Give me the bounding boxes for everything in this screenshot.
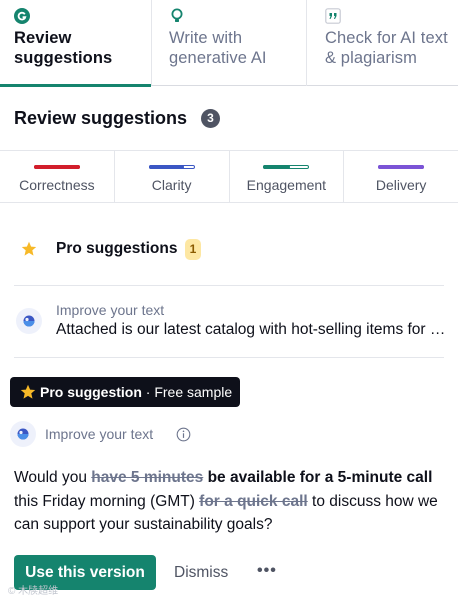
quote-icon xyxy=(325,8,341,24)
category-delivery[interactable]: Delivery xyxy=(344,151,458,202)
dismiss-button[interactable]: Dismiss xyxy=(174,564,228,582)
category-label: Delivery xyxy=(375,177,427,193)
free-sample-label: · Free sample xyxy=(141,384,233,400)
star-icon xyxy=(21,241,37,256)
category-correctness[interactable]: Correctness xyxy=(0,151,115,202)
pro-suggestion-badge: Pro suggestion · Free sample xyxy=(10,377,240,407)
category-bar xyxy=(378,165,425,169)
category-clarity[interactable]: Clarity xyxy=(115,151,230,202)
ai-suggestion-icon xyxy=(10,421,36,447)
category-bar xyxy=(263,165,310,169)
divider xyxy=(14,285,444,286)
pro-suggestion-label: Pro suggestion xyxy=(40,384,142,400)
top-tabs: Review suggestions Write with generative… xyxy=(0,0,458,87)
tab-review-suggestions[interactable]: Review suggestions xyxy=(0,0,152,87)
card-improve-label: Improve your text xyxy=(45,426,154,442)
lightbulb-icon xyxy=(171,8,183,22)
info-icon[interactable] xyxy=(176,427,191,442)
active-tab-indicator xyxy=(0,84,151,87)
tab-label: Write with generative AI xyxy=(169,29,267,67)
category-label: Clarity xyxy=(151,177,192,193)
category-bar xyxy=(33,165,80,169)
deleted-text: have 5 minutes xyxy=(91,469,204,486)
text-segment: this Friday morning (GMT) xyxy=(14,492,200,510)
improve-item-label: Improve your text xyxy=(56,302,165,318)
pro-suggestions-count: 1 xyxy=(185,239,201,260)
pro-suggestions-title[interactable]: Pro suggestions xyxy=(56,240,177,258)
tab-label: Review suggestions xyxy=(14,29,113,67)
category-bar xyxy=(148,165,195,169)
more-options-button[interactable]: ••• xyxy=(257,562,277,580)
text-segment: Would you xyxy=(14,469,92,486)
grammarly-logo-icon xyxy=(14,8,30,24)
suggestion-text: Would you have 5 minutes be available fo… xyxy=(14,466,444,537)
deleted-text: for a quick call xyxy=(199,492,308,510)
suggestion-count-badge: 3 xyxy=(201,109,220,128)
ai-suggestion-icon xyxy=(16,308,42,334)
tab-generative-ai[interactable]: Write with generative AI xyxy=(152,0,307,86)
divider xyxy=(14,357,444,358)
category-engagement[interactable]: Engagement xyxy=(230,151,345,202)
category-filter-bar: Correctness Clarity Engagement Delivery xyxy=(0,150,458,203)
tab-ai-plagiarism[interactable]: Check for AI text & plagiarism xyxy=(307,0,458,86)
improve-item-text[interactable]: Attached is our latest catalog with hot-… xyxy=(56,321,446,339)
category-label: Engagement xyxy=(246,177,327,193)
inserted-text: be available for a 5-minute call xyxy=(203,469,433,486)
watermark: © 木牍超维 xyxy=(8,586,59,597)
category-label: Correctness xyxy=(19,177,95,193)
tab-label: Check for AI text & plagiarism xyxy=(325,29,448,67)
section-title: Review suggestions xyxy=(14,108,188,128)
star-icon xyxy=(20,384,36,399)
